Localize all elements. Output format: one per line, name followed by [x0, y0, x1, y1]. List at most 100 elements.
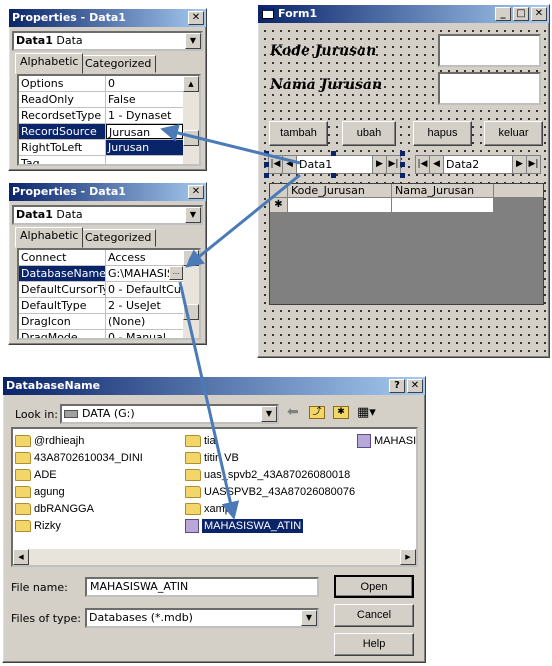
property-row[interactable]: DragIcon (None) [19, 314, 183, 330]
scroll-left-icon[interactable]: ◀ [13, 549, 29, 565]
move-first-icon[interactable]: |◀ [269, 156, 283, 173]
property-row-selected[interactable]: DatabaseName G:\MAHASIS... [19, 266, 183, 282]
look-in-select[interactable]: DATA (G:) ▼ [60, 404, 279, 424]
property-value[interactable]: 1 - Dynaset [106, 108, 183, 123]
property-value[interactable]: Access [106, 250, 183, 265]
help-icon[interactable]: ? [389, 379, 405, 393]
grid-cell[interactable] [288, 198, 392, 212]
scrollbar[interactable]: ▲ [183, 76, 199, 164]
files-of-type-select[interactable]: Databases (*.mdb) ▼ [85, 608, 319, 628]
data2-control[interactable]: |◀ ◀ Data2 ▶ ▶| [415, 155, 541, 174]
list-item[interactable]: titin VB [185, 452, 239, 464]
list-item[interactable]: dbRANGGA [15, 503, 94, 515]
move-last-icon[interactable]: ▶| [526, 156, 540, 173]
selection-handle[interactable] [400, 151, 405, 156]
move-previous-icon[interactable]: ◀ [430, 156, 444, 173]
chevron-down-icon[interactable]: ▼ [185, 33, 201, 49]
selection-handle[interactable] [264, 151, 269, 156]
scroll-up-icon[interactable]: ▲ [183, 76, 199, 92]
list-item[interactable]: xampp [185, 503, 237, 515]
minimize-icon[interactable]: _ [495, 7, 511, 21]
list-item[interactable]: @rdhieajh [15, 435, 84, 447]
list-item[interactable]: MAHASIS [357, 434, 416, 448]
data1-control[interactable]: |◀ ◀ Data1 ▶ ▶| [268, 155, 401, 174]
list-item[interactable]: agung [15, 486, 65, 498]
property-value[interactable]: (None) [106, 314, 183, 329]
list-item[interactable]: Rizky [15, 520, 61, 532]
ubah-button[interactable]: ubah [342, 121, 396, 146]
property-row[interactable]: DefaultCursorTyp0 - DefaultCurso [19, 282, 183, 298]
property-row[interactable]: Connect Access [19, 250, 183, 266]
scroll-up-icon[interactable]: ▲ [183, 250, 199, 266]
property-value[interactable] [106, 156, 183, 164]
move-next-icon[interactable]: ▶ [372, 156, 386, 173]
ellipsis-button[interactable]: ... [169, 266, 183, 280]
move-last-icon[interactable]: ▶| [386, 156, 400, 173]
maximize-icon[interactable]: □ [513, 7, 529, 21]
close-icon[interactable]: ✕ [531, 7, 547, 21]
property-row-selected[interactable]: RecordSource Jurusan [19, 124, 183, 140]
property-row[interactable]: Tag [19, 156, 183, 164]
scroll-thumb[interactable] [183, 130, 199, 146]
move-previous-icon[interactable]: ◀ [283, 156, 297, 173]
help-button[interactable]: Help [334, 633, 414, 656]
close-icon[interactable]: ✕ [407, 379, 423, 393]
property-value[interactable]: 0 - DefaultCurso [106, 282, 183, 297]
list-item-selected[interactable]: MAHASISWA_ATIN [185, 518, 305, 534]
list-item[interactable]: uas_spvb2_43A87026080018 [185, 469, 350, 481]
selection-handle[interactable] [331, 151, 336, 156]
view-menu-icon[interactable]: ▦▾ [357, 405, 376, 420]
scroll-thumb[interactable] [183, 304, 199, 320]
grid-new-row[interactable]: ✱ [270, 198, 543, 212]
selection-handle[interactable] [400, 173, 405, 178]
property-value[interactable]: Jurusan [106, 124, 183, 139]
kode-jurusan-input[interactable] [438, 34, 541, 67]
keluar-button[interactable]: keluar [484, 121, 543, 146]
property-value[interactable]: 2 - UseJet [106, 298, 183, 313]
column-header[interactable]: Kode_Jurusan [288, 184, 392, 197]
property-row[interactable]: DefaultType 2 - UseJet [19, 298, 183, 314]
file-name-input[interactable]: MAHASISWA_ATIN [85, 577, 319, 597]
property-row[interactable]: RecordsetType 1 - Dynaset [19, 108, 183, 124]
selection-handle[interactable] [264, 162, 269, 167]
move-first-icon[interactable]: |◀ [416, 156, 430, 173]
form1-titlebar[interactable]: Form1 _ □ ✕ [258, 5, 549, 23]
move-next-icon[interactable]: ▶ [512, 156, 526, 173]
list-item[interactable]: 43A8702610034_DINI [15, 452, 143, 464]
horizontal-scrollbar[interactable]: ◀ ▶ [13, 549, 416, 565]
close-icon[interactable]: ✕ [188, 11, 204, 25]
new-folder-icon[interactable]: ✱ [333, 406, 349, 419]
object-selector-2[interactable]: Data1 Data ▼ [12, 205, 203, 225]
property-value[interactable]: 0 [106, 76, 183, 91]
list-item[interactable]: tia [185, 435, 216, 447]
selection-handle[interactable] [331, 173, 336, 178]
property-value[interactable]: False [106, 92, 183, 107]
scrollbar[interactable]: ▲ [183, 250, 199, 338]
tab-alphabetic-1[interactable]: Alphabetic [15, 53, 84, 74]
properties-1-titlebar[interactable]: Properties - Data1 ✕ [9, 9, 206, 27]
hapus-button[interactable]: hapus [413, 121, 472, 146]
property-row[interactable]: DragMode 0 - Manual [19, 330, 183, 338]
chevron-down-icon[interactable]: ▼ [261, 406, 277, 422]
cancel-button[interactable]: Cancel [334, 604, 414, 627]
dialog-titlebar[interactable]: DatabaseName ? ✕ [3, 377, 425, 395]
property-value[interactable]: G:\MAHASIS... [106, 266, 183, 281]
object-selector-1[interactable]: Data1 Data ▼ [12, 31, 203, 51]
properties-2-titlebar[interactable]: Properties - Data1 ✕ [9, 183, 206, 201]
column-header[interactable]: Nama_Jurusan [392, 184, 494, 197]
chevron-down-icon[interactable]: ▼ [185, 207, 201, 223]
property-value[interactable]: 0 - Manual [106, 330, 183, 338]
tambah-button[interactable]: tambah [269, 121, 328, 146]
list-item[interactable]: UASSPVB2_43A87026080076 [185, 486, 355, 498]
nama-jurusan-input[interactable] [438, 72, 541, 105]
file-list[interactable]: @rdhieajh 43A8702610034_DINI ADE agung d… [11, 427, 418, 567]
back-arrow-icon[interactable]: ⬅ [287, 404, 299, 420]
close-icon[interactable]: ✕ [188, 185, 204, 199]
grid-cell[interactable] [392, 198, 494, 212]
open-button[interactable]: Open [334, 575, 414, 598]
selection-handle[interactable] [264, 173, 269, 178]
list-item[interactable]: ADE [15, 469, 57, 481]
tab-categorized-2[interactable]: Categorized [80, 229, 157, 247]
tab-alphabetic-2[interactable]: Alphabetic [15, 227, 84, 248]
chevron-down-icon[interactable]: ▼ [301, 610, 317, 626]
